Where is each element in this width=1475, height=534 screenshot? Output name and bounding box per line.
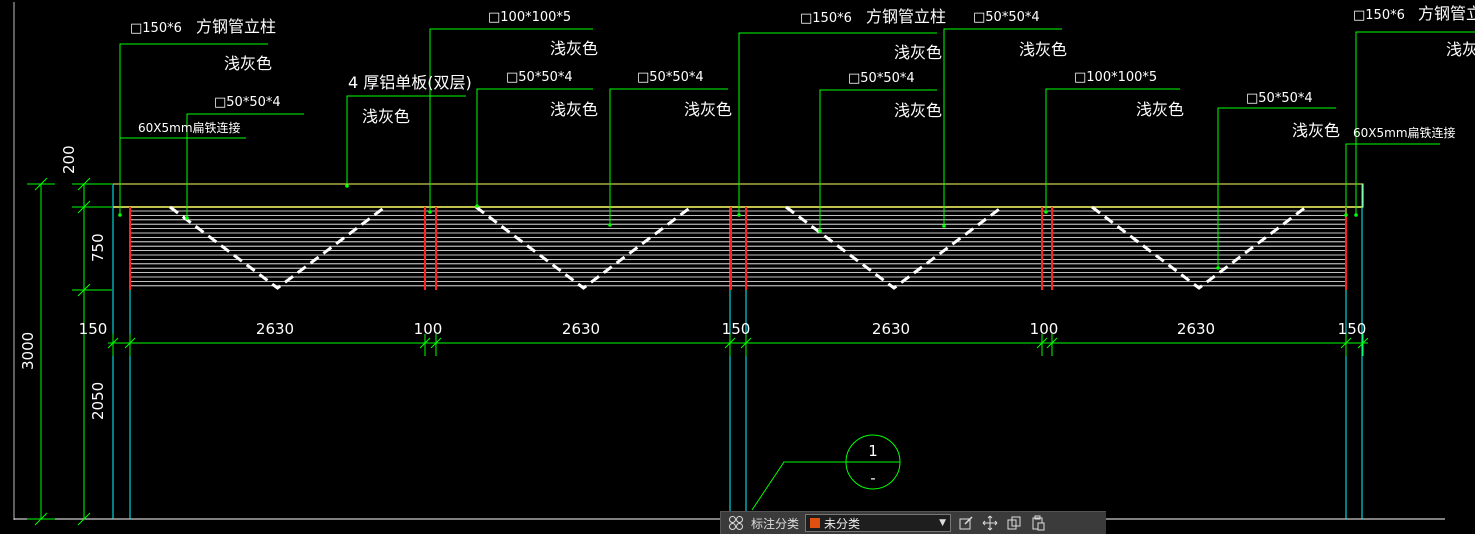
move-icon[interactable] [981, 514, 999, 532]
category-swatch [810, 518, 821, 528]
label-slat-a-spec: □50*50*4 [506, 70, 573, 85]
category-value: 未分类 [824, 516, 861, 531]
label-slat-b-spec: □50*50*4 [637, 70, 704, 85]
paste-icon[interactable] [1029, 514, 1047, 532]
dim-h-segment: 2630 [1177, 320, 1215, 338]
label-div3-color: 浅灰色 [1136, 100, 1184, 119]
label-col-mid-spec: □150*6 [800, 11, 852, 26]
label-div3-spec: □100*100*5 [1074, 70, 1157, 85]
annotation-toolbar: 标注分类 未分类 ▼ [720, 511, 1106, 534]
detail-marker-sheet: - [870, 469, 875, 487]
annotation-label: 标注分类 [751, 516, 800, 531]
label-col-mid-name: 方钢管立柱 [866, 7, 946, 26]
dim-total-height: 3000 [19, 332, 37, 370]
detail-marker[interactable]: 1 - [751, 434, 901, 511]
label-connector-left: 60X5mm扁铁连接 [138, 120, 241, 135]
category-select[interactable]: 未分类 ▼ [805, 514, 952, 532]
label-div1-color: 浅灰色 [550, 39, 598, 58]
horizontal-dimension-labels: 150 2630 100 2630 150 2630 100 2630 150 [79, 320, 1367, 338]
label-slat-d-spec: □50*50*4 [973, 10, 1040, 25]
cad-drawing-canvas[interactable]: 200 750 2050 3000 150 2630 100 2630 150 2630 1… [0, 0, 1475, 534]
label-panel-color: 浅灰色 [362, 107, 410, 126]
classify-icon[interactable] [727, 514, 745, 532]
label-col-left-name: 方钢管立柱 [196, 17, 276, 36]
label-col-left-color: 浅灰色 [224, 54, 272, 73]
label-col-right-color: 浅灰色 [1446, 40, 1475, 59]
columns [112, 184, 1363, 519]
diagonal-braces [169, 205, 1307, 290]
label-col-right-name: 方钢管立柱 [1418, 4, 1475, 23]
label-slat-c-spec: □50*50*4 [848, 71, 915, 86]
dim-h-segment: 100 [414, 320, 443, 338]
dim-h-segment: 2630 [872, 320, 910, 338]
vertical-dimensions [27, 177, 112, 526]
dim-top-band: 200 [60, 145, 78, 174]
label-slat-e-color: 浅灰色 [1292, 121, 1340, 140]
label-col-mid-color: 浅灰色 [894, 43, 942, 62]
dim-clear-height: 2050 [89, 382, 107, 420]
label-col-right-spec: □150*6 [1353, 8, 1405, 23]
dim-h-segment: 150 [1338, 320, 1367, 338]
copy-icon[interactable] [1005, 514, 1023, 532]
label-slat-b-color: 浅灰色 [684, 100, 732, 119]
label-connector-right: 60X5mm扁铁连接 [1353, 125, 1456, 140]
dim-h-segment: 2630 [562, 320, 600, 338]
brace-bay-2 [475, 205, 692, 290]
chevron-down-icon: ▼ [939, 518, 947, 528]
leader-dots [118, 184, 1358, 270]
label-slat-e-spec: □50*50*4 [1246, 91, 1313, 106]
label-brace-left-spec: □50*50*4 [214, 95, 281, 110]
dim-h-segment: 100 [1030, 320, 1059, 338]
horizontal-slats [130, 210, 1346, 287]
label-slat-c-color: 浅灰色 [894, 101, 942, 120]
dim-h-segment: 2630 [256, 320, 294, 338]
brace-bay-1 [169, 205, 386, 290]
label-col-left-spec: □150*6 [130, 21, 182, 36]
brace-bay-4 [1091, 205, 1307, 290]
label-slat-d-color: 浅灰色 [1019, 40, 1067, 59]
dim-panel-height: 750 [89, 233, 107, 262]
edit-icon[interactable] [957, 514, 975, 532]
top-cap-panel [112, 183, 1364, 208]
label-div1-spec: □100*100*5 [488, 10, 571, 25]
brace-bay-3 [785, 205, 1003, 290]
label-slat-a-color: 浅灰色 [550, 100, 598, 119]
dim-h-segment: 150 [79, 320, 108, 338]
label-panel-spec: 4 厚铝单板(双层) [348, 73, 472, 92]
dim-h-segment: 150 [722, 320, 751, 338]
detail-marker-number: 1 [868, 442, 878, 460]
